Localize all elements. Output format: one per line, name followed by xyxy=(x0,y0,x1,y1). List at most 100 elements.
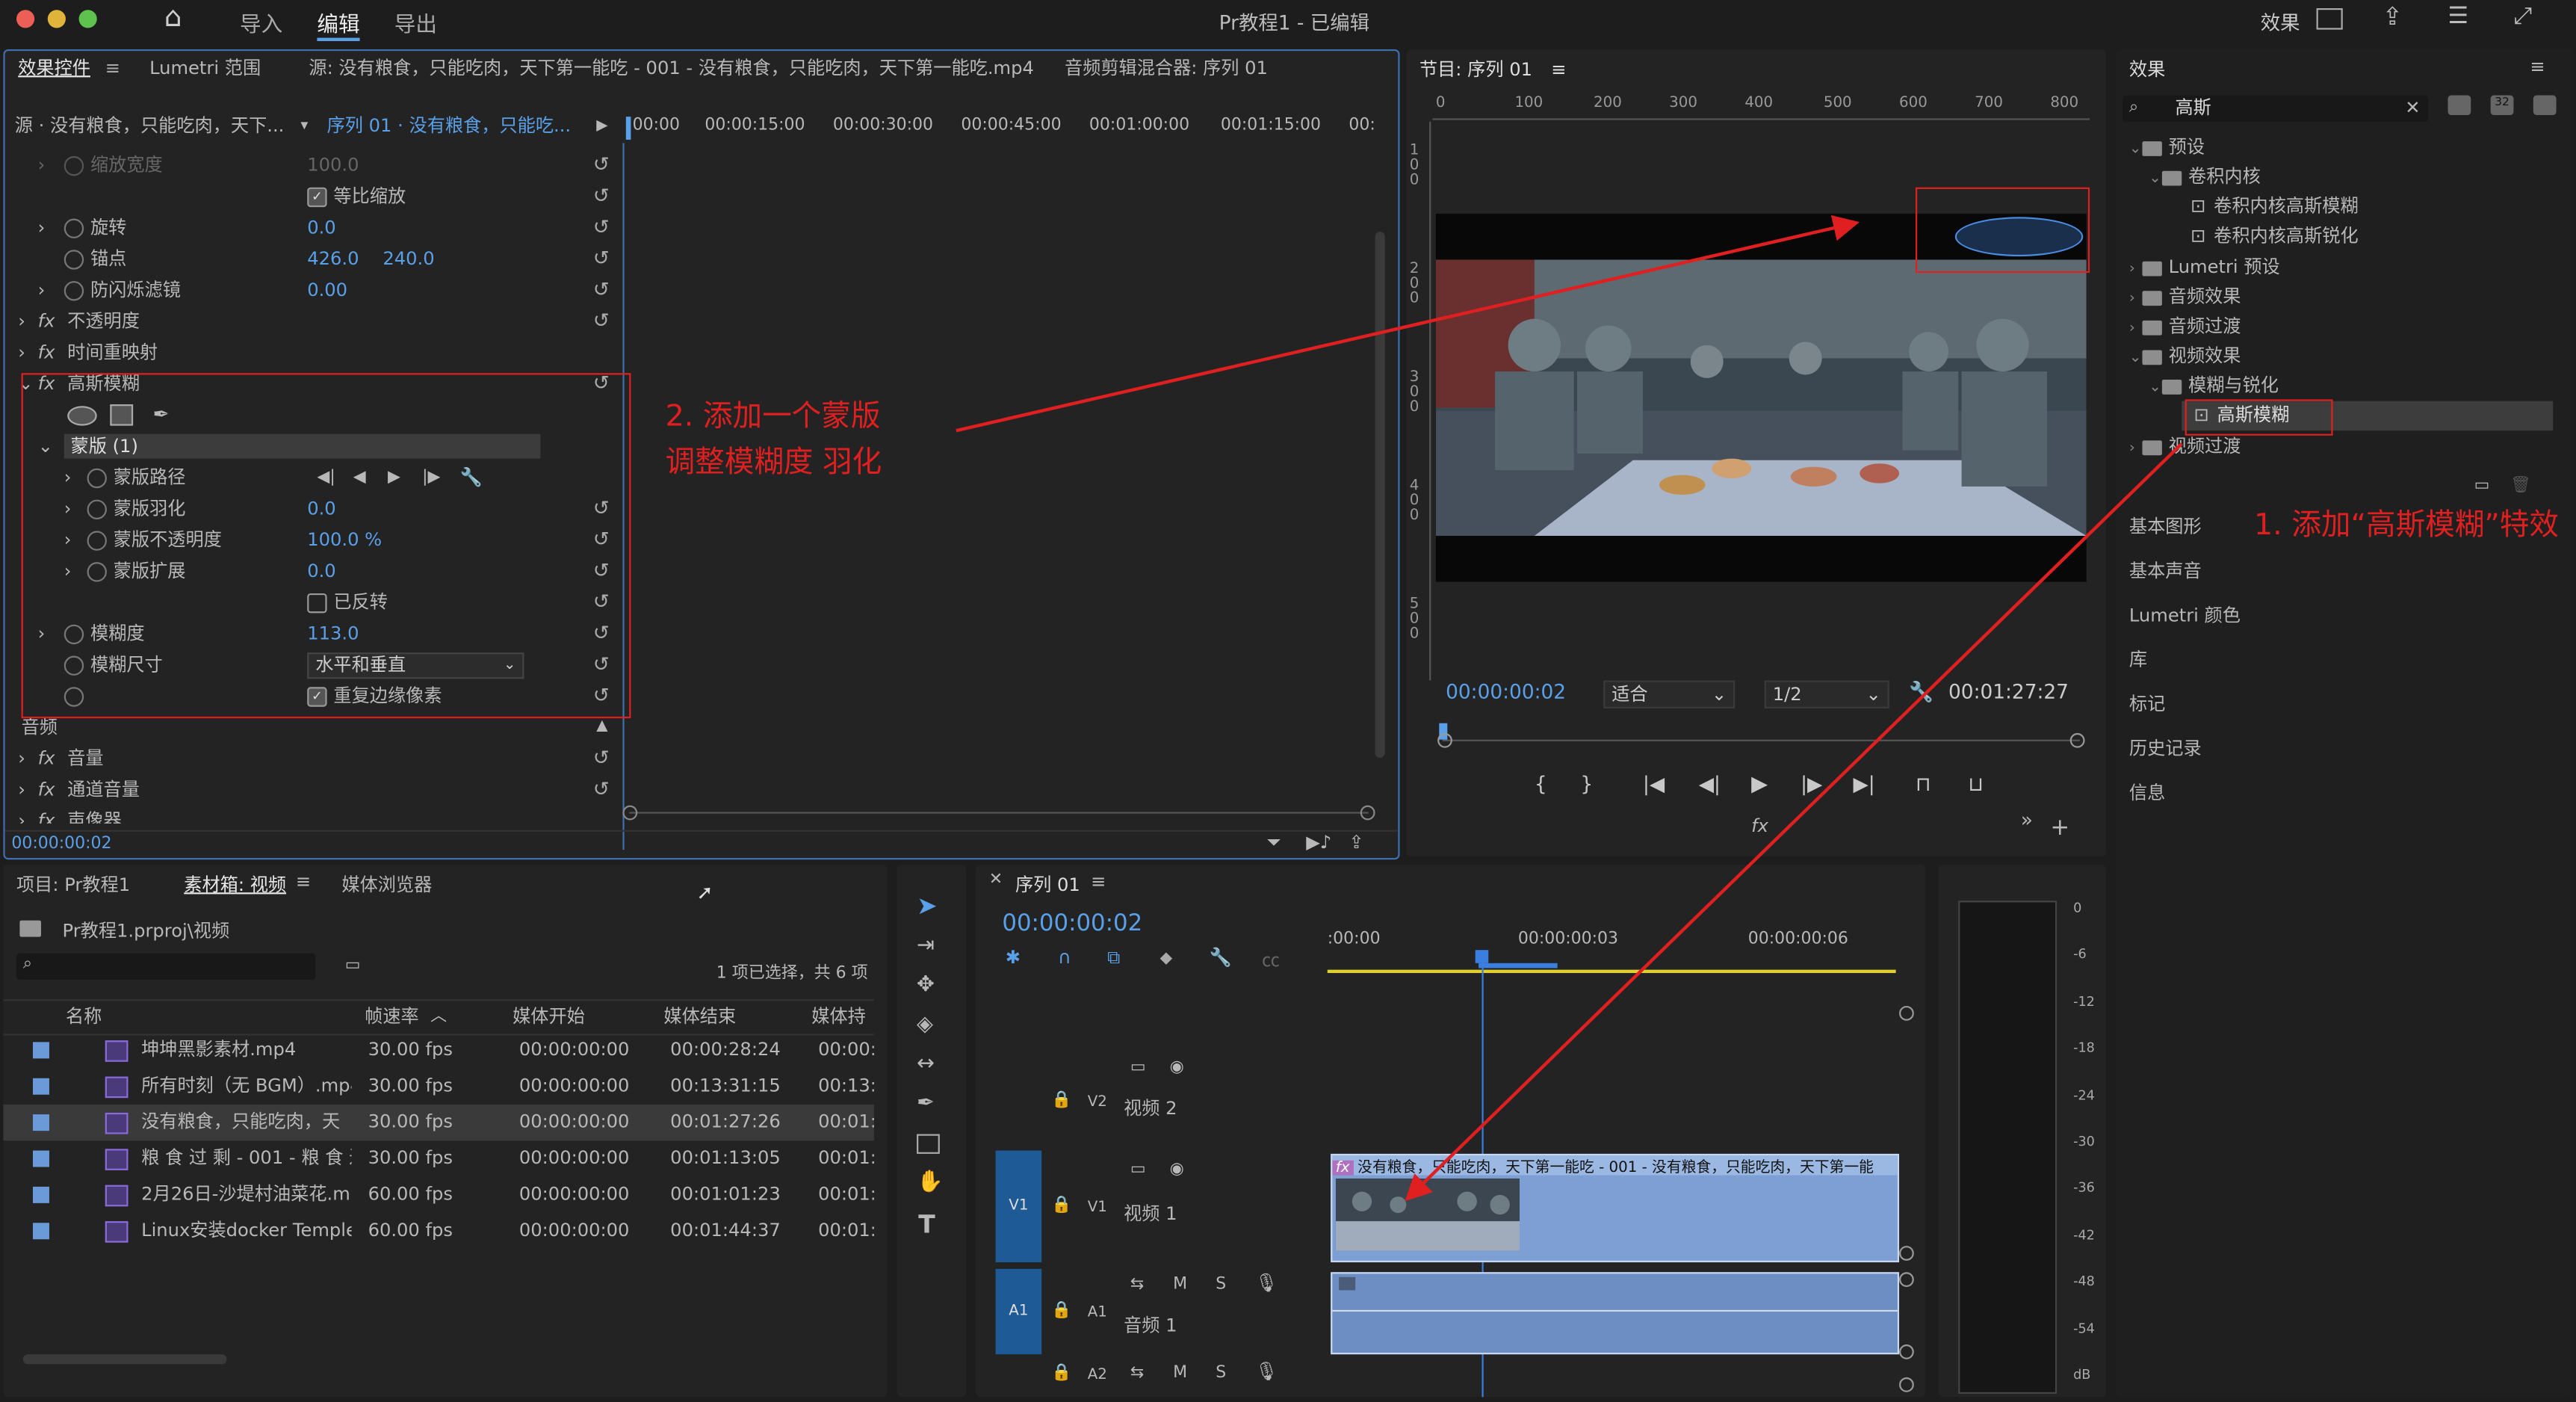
slip-tool-icon[interactable]: ↔ xyxy=(917,1052,935,1077)
panel-history[interactable]: 历史记录 xyxy=(2129,735,2202,761)
menu-icon[interactable]: ≡ xyxy=(1551,59,1566,81)
timeline-ruler[interactable]: :00:00 00:00:00:03 00:00:00:06 xyxy=(1327,930,1903,973)
reset-icon[interactable]: ↺ xyxy=(593,181,610,212)
delete-icon[interactable]: 🗑 xyxy=(2510,477,2531,495)
zoom-handle[interactable] xyxy=(1899,1377,1914,1392)
menu-icon[interactable]: ≡ xyxy=(296,871,311,893)
step-forward-button[interactable]: |▶ xyxy=(1801,773,1822,796)
panel-markers[interactable]: 标记 xyxy=(2129,691,2165,717)
menu-icon[interactable]: ≡ xyxy=(2530,56,2545,78)
maximize-window-button[interactable] xyxy=(78,10,97,28)
property-value[interactable]: 240.0 xyxy=(383,243,434,274)
uniform-scale-checkbox[interactable]: ✓ xyxy=(307,187,327,208)
fullscreen-icon[interactable]: ⤢ xyxy=(2513,3,2532,29)
lock-icon[interactable]: 🔒 xyxy=(1051,1091,1071,1109)
sync-lock-icon[interactable]: ⇆ xyxy=(1130,1276,1144,1294)
type-tool-icon[interactable]: T xyxy=(918,1210,935,1240)
reset-icon[interactable]: ↺ xyxy=(593,149,610,181)
property-value[interactable]: 0.0 xyxy=(307,212,335,244)
horizontal-scrollbar[interactable] xyxy=(622,805,1375,821)
effect-panner[interactable]: › fx 声像器 xyxy=(5,806,623,824)
nav-edit[interactable]: 编辑 xyxy=(317,7,360,41)
work-area-bar[interactable] xyxy=(1327,969,1896,973)
add-marker-icon[interactable]: ⬥ xyxy=(1159,947,1172,970)
tab-effect-controls[interactable]: 效果控件 xyxy=(18,51,90,87)
table-row[interactable]: Linux安装docker Temple版. 60.00 fps 00:00:00:… xyxy=(3,1213,874,1249)
video-clip-v1[interactable]: fx 没有粮食，只能吃肉，天下第一能吃 - 001 - 没有粮食，只能吃肉，天下… xyxy=(1331,1153,1900,1263)
column-name[interactable]: 名称 xyxy=(66,1001,102,1034)
panel-lumetri-color[interactable]: Lumetri 颜色 xyxy=(2129,602,2241,628)
audio-clip-a1[interactable] xyxy=(1331,1272,1900,1355)
mark-in-button[interactable]: { xyxy=(1535,773,1547,796)
mark-out-button[interactable]: } xyxy=(1580,773,1593,796)
pen-tool-icon[interactable]: ✒ xyxy=(917,1091,935,1116)
add-button-icon[interactable]: + xyxy=(2050,815,2069,841)
sync-lock-icon[interactable]: ⇆ xyxy=(1130,1364,1144,1382)
tab-media-browser[interactable]: 媒体浏览器 xyxy=(341,871,432,898)
more-controls-icon[interactable]: » xyxy=(2021,809,2033,832)
column-media-duration[interactable]: 媒体持 xyxy=(811,1001,866,1034)
tab-menu-icon[interactable]: ≡ xyxy=(105,51,120,87)
eye-icon[interactable]: ◉ xyxy=(1170,1058,1184,1076)
source-patch-a1[interactable]: A1 xyxy=(995,1268,1042,1355)
panel-essential-graphics[interactable]: 基本图形 xyxy=(2129,513,2202,539)
lock-icon[interactable]: 🔒 xyxy=(1051,1364,1071,1382)
nav-import[interactable]: 导入 xyxy=(240,7,282,38)
chevron-down-icon[interactable]: ▾ xyxy=(300,110,308,143)
tree-item-audio-transitions[interactable]: › 音频过渡 xyxy=(2129,311,2241,342)
sequence-label[interactable]: 序列 01 · 没有粮食，只能吃... xyxy=(327,110,572,143)
stopwatch-icon[interactable] xyxy=(64,281,84,301)
label-color-swatch[interactable] xyxy=(32,1150,49,1167)
menu-icon[interactable]: ≡ xyxy=(1091,871,1106,893)
label-color-swatch[interactable] xyxy=(32,1042,49,1059)
workspace-label[interactable]: 效果 xyxy=(2261,8,2300,36)
panel-layout-icon[interactable] xyxy=(2316,7,2343,30)
mute-button[interactable]: M xyxy=(1173,1364,1187,1382)
fit-select[interactable]: 适合 ⌄ xyxy=(1603,680,1736,708)
panel-essential-sound[interactable]: 基本声音 xyxy=(2129,558,2202,584)
play-button[interactable]: ▶ xyxy=(1751,773,1768,797)
effects-search[interactable]: ⌕ 高斯 ✕ xyxy=(2123,95,2429,122)
step-back-button[interactable]: ◀| xyxy=(1699,773,1721,796)
program-title[interactable]: 节目: 序列 01 xyxy=(1419,59,1532,81)
solo-button[interactable]: S xyxy=(1216,1276,1226,1294)
play-audio-icon[interactable]: ▶♪ xyxy=(1306,832,1331,853)
32bit-effects-icon[interactable]: 32 xyxy=(2490,95,2514,115)
panel-libraries[interactable]: 库 xyxy=(2129,646,2147,672)
reset-icon[interactable]: ↺ xyxy=(593,274,610,306)
timeline-timecode[interactable]: 00:00:00:02 xyxy=(1002,910,1142,936)
table-row[interactable]: 所有时刻（无 BGM）.mp4 30.00 fps 00:00:00:00 00:13… xyxy=(3,1069,874,1105)
label-color-swatch[interactable] xyxy=(32,1223,49,1240)
tab-source[interactable]: 源: 没有粮食，只能吃肉，天下第一能吃 - 001 - 没有粮食，只能吃肉，天下… xyxy=(309,51,1033,87)
zoom-handle[interactable] xyxy=(1899,1272,1914,1288)
new-bin-icon[interactable]: ▭ xyxy=(2474,477,2490,495)
play-only-icon[interactable]: ▶ xyxy=(596,110,607,143)
vertical-scrollbar[interactable] xyxy=(1375,232,1385,758)
stopwatch-icon[interactable] xyxy=(64,250,84,270)
yuv-effects-icon[interactable] xyxy=(2533,95,2557,115)
program-timecode[interactable]: 00:00:00:02 xyxy=(1446,681,1566,704)
table-row[interactable]: 没有粮食，只能吃肉，天 30.00 fps 00:00:00:00 00:01:27:… xyxy=(3,1104,874,1141)
lock-icon[interactable]: 🔒 xyxy=(1051,1302,1071,1320)
label-color-swatch[interactable] xyxy=(32,1114,49,1131)
accelerated-effects-icon[interactable] xyxy=(2447,95,2471,115)
go-to-in-button[interactable]: |◀ xyxy=(1643,773,1665,796)
stopwatch-icon[interactable] xyxy=(64,218,84,238)
track-id[interactable]: V1 xyxy=(1088,1199,1107,1216)
property-value[interactable]: 100.0 xyxy=(307,149,359,181)
mute-button[interactable]: M xyxy=(1173,1276,1187,1294)
property-value[interactable]: 0.00 xyxy=(307,274,347,306)
tree-item-presets[interactable]: ⌄ 预设 xyxy=(2129,132,2205,163)
project-scrollbar[interactable] xyxy=(22,1354,227,1365)
nest-toggle-icon[interactable]: ✱ xyxy=(1006,947,1021,969)
zoom-handle[interactable] xyxy=(1899,1344,1914,1359)
track-id[interactable]: V2 xyxy=(1088,1095,1107,1111)
tree-item-video-effects[interactable]: ⌄ 视频效果 xyxy=(2129,340,2241,371)
tab-sequence[interactable]: 序列 01 xyxy=(1015,871,1080,898)
timeline-settings-icon[interactable]: 🔧 xyxy=(1209,947,1231,969)
track-id[interactable]: A1 xyxy=(1088,1305,1107,1321)
solo-button[interactable]: S xyxy=(1216,1364,1226,1382)
effects-title[interactable]: 效果 xyxy=(2129,59,2165,81)
toggle-output-icon[interactable]: ▭ xyxy=(1130,1161,1146,1179)
microphone-icon[interactable]: 🎙 xyxy=(1255,1361,1278,1383)
